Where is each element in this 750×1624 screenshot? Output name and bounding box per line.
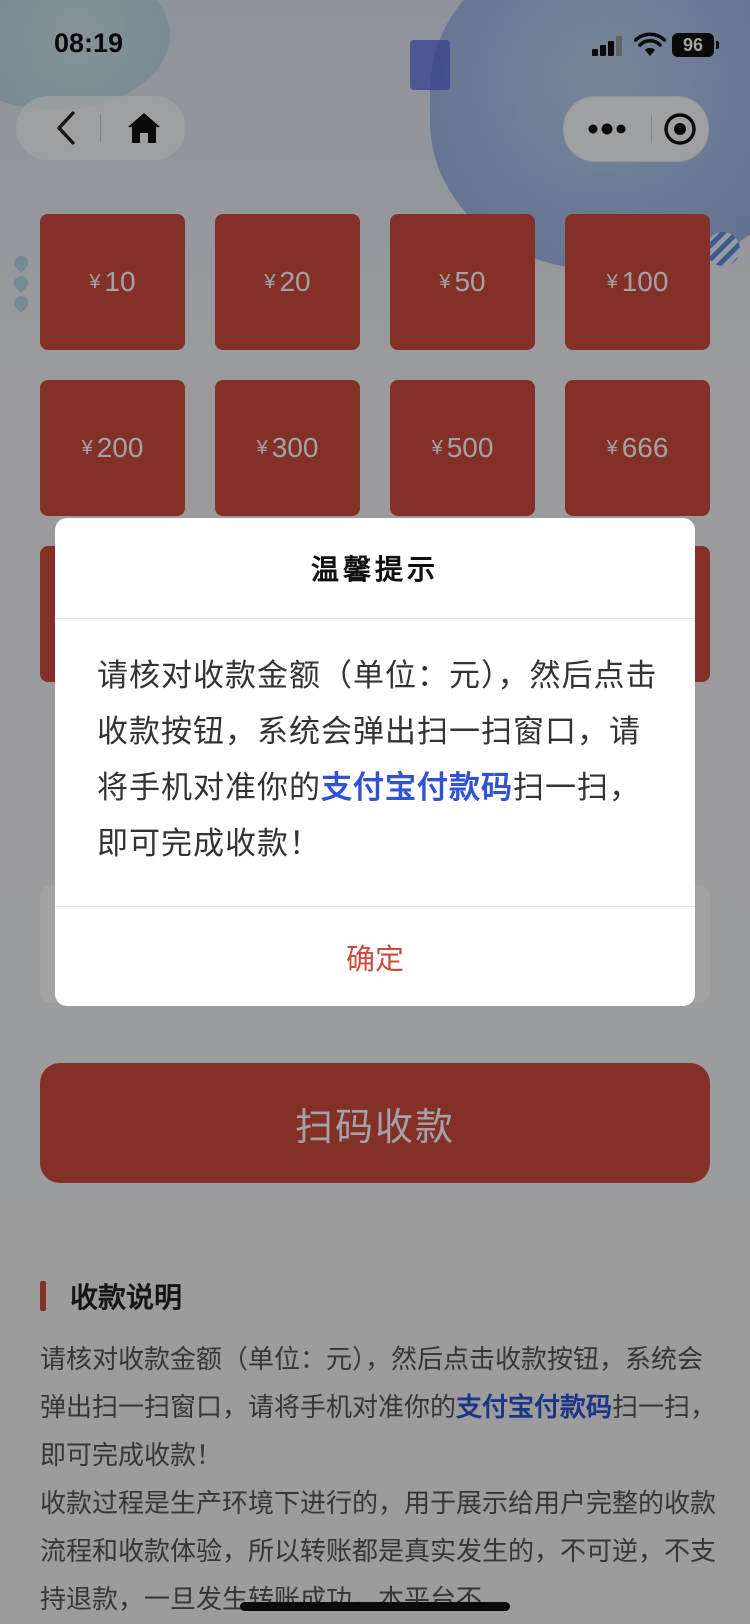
divider [55, 618, 695, 619]
tip-dialog: 温馨提示 请核对收款金额（单位：元），然后点击收款按钮，系统会弹出扫一扫窗口，请… [55, 518, 695, 1006]
dialog-title: 温馨提示 [310, 553, 439, 586]
dialog-message: 请核对收款金额（单位：元），然后点击收款按钮，系统会弹出扫一扫窗口，请将手机对准… [97, 648, 659, 872]
alipay-code-highlight: 支付宝付款码 [321, 770, 513, 806]
confirm-button[interactable]: 确定 [55, 907, 695, 1006]
